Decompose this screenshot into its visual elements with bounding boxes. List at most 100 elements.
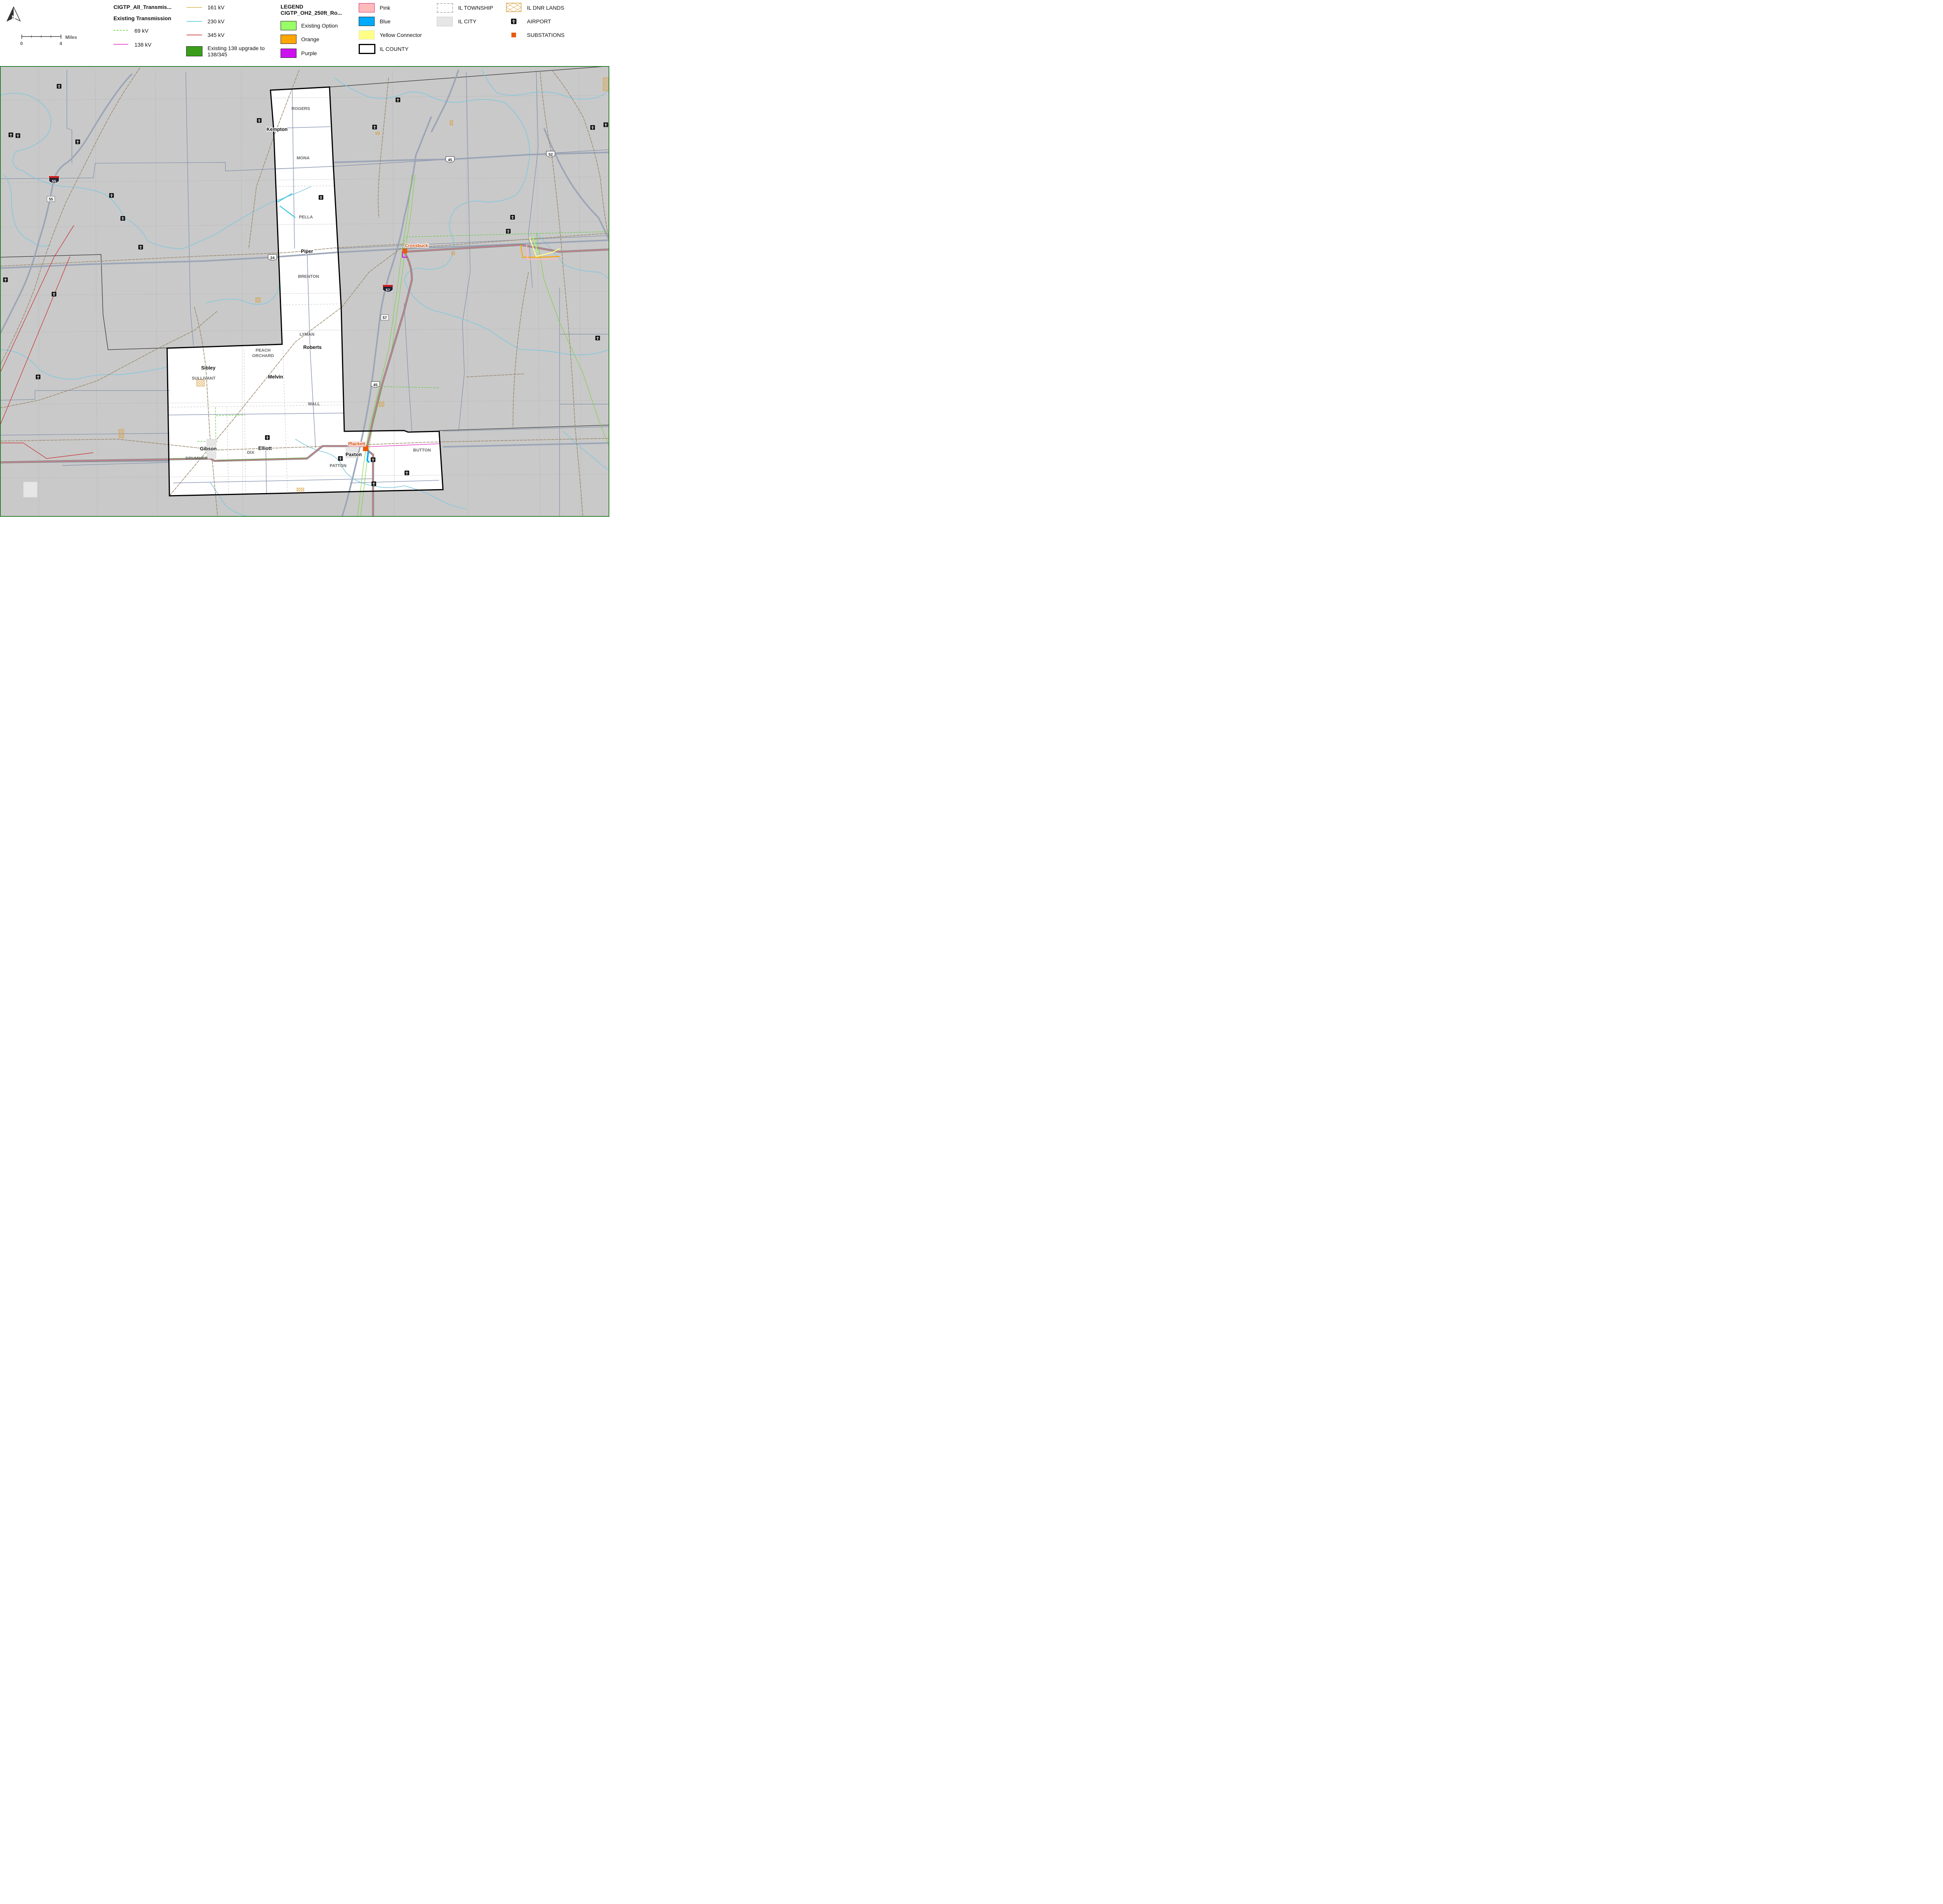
legend-orange-label: Orange: [301, 36, 319, 42]
legend-161kv-swatch: [187, 7, 202, 8]
airport-icon: [109, 193, 114, 198]
legend-pink-label: Pink: [380, 5, 391, 11]
legend-substation-swatch: [511, 33, 516, 37]
legend-existing-option-swatch: [281, 21, 297, 30]
shield-us45b-label: 45: [373, 383, 378, 387]
shield-us24-label: 24: [270, 256, 275, 260]
shield-us24: 24: [268, 254, 277, 261]
legend-yellow-swatch: [359, 30, 375, 40]
township-peach: PEACH: [256, 348, 271, 353]
legend-pink-swatch: [359, 3, 375, 12]
airport-icon: [138, 245, 143, 249]
legend-dnr-label: IL DNR LANDS: [527, 5, 564, 11]
township-mona: MONA: [297, 156, 310, 160]
legend-purple-swatch: [281, 49, 297, 58]
airport-icon: [57, 84, 61, 89]
airport-icon: [372, 125, 377, 129]
legend-blue-swatch: [359, 17, 375, 26]
legend-345kv-label: 345 kV: [208, 32, 225, 38]
airport-icon: [52, 292, 56, 296]
township-brenton: BRENTON: [298, 274, 319, 279]
airport-icon: [257, 118, 262, 123]
airport-icon: [590, 125, 595, 130]
legend-upgrade-swatch: [186, 46, 202, 56]
legend-substation-label: SUBSTATIONS: [527, 32, 565, 38]
airport-icon: [9, 133, 13, 137]
legend-county-label: IL COUNTY: [380, 46, 409, 52]
legend-panel: N Miles 0 4 CIGTP_All_Transmis... Existi…: [0, 0, 609, 66]
legend-city-label: IL CITY: [458, 18, 476, 24]
airport-icon: [506, 229, 511, 234]
map-canvas: 55 55 24 57 57 45 45 52 ROGERS MONA PELL…: [0, 66, 610, 517]
shield-us55: 55: [47, 196, 55, 202]
place-gibson: Gibson: [200, 446, 216, 452]
legend-airport-icon: [511, 19, 516, 24]
legend-upgrade-label: Existing 138 upgrade to 138/345: [208, 45, 265, 58]
substation-plackett-label: Plackett: [348, 442, 365, 446]
place-piper: Piper: [301, 249, 313, 254]
township-dix: DIX: [247, 450, 255, 455]
legend-dnr-swatch: [506, 3, 522, 12]
legend-230kv-swatch: [187, 21, 202, 22]
legend-yellow-label: Yellow Connector: [380, 32, 422, 38]
legend-layer-title: CIGTP_All_Transmis...: [113, 4, 172, 10]
legend-orange-swatch: [281, 35, 297, 44]
township-button: BUTTON: [413, 448, 431, 453]
shield-us45a-label: 45: [448, 158, 452, 162]
scale-start: 0: [20, 41, 23, 46]
map-view[interactable]: 55 55 24 57 57 45 45 52 ROGERS MONA PELL…: [0, 66, 610, 517]
legend-69kv-label: 69 kV: [134, 28, 148, 34]
legend-161kv-label: 161 kV: [208, 4, 225, 10]
legend-city-swatch: [437, 17, 453, 26]
township-orchard: ORCHARD: [252, 354, 274, 358]
shield-i57-label: 57: [385, 288, 390, 293]
substation-crossbuck: [403, 249, 407, 253]
legend-blue-label: Blue: [380, 18, 391, 24]
scale-end: 4: [59, 41, 62, 46]
airport-icon: [36, 375, 40, 379]
place-elliott: Elliott: [258, 446, 272, 451]
township-sullivant: SULLIVANT: [192, 376, 216, 381]
township-drummer: DRUMMER: [185, 456, 208, 461]
substation-crossbuck-label: Crossbuck: [405, 244, 428, 248]
shield-us57: 57: [380, 314, 389, 321]
shield-us55-label: 55: [49, 197, 53, 202]
legend-345kv-swatch: [186, 32, 203, 38]
scale-unit: Miles: [65, 35, 77, 40]
legend-subheading: Existing Transmission: [113, 15, 171, 21]
airport-icon: [595, 336, 600, 340]
place-sibley: Sibley: [201, 365, 216, 371]
township-pella: PELLA: [299, 215, 313, 220]
legend-township-swatch: [437, 3, 453, 13]
township-rogers: ROGERS: [291, 106, 310, 111]
airport-icon: [603, 122, 608, 127]
legend-69kv-swatch: [113, 30, 128, 31]
legend-138kv-label: 138 kV: [134, 42, 152, 48]
airport-icon: [372, 481, 376, 486]
airport-icon: [265, 435, 270, 440]
airport-icon: [319, 195, 323, 200]
legend-county-swatch: [359, 44, 375, 54]
airport-icon: [371, 457, 375, 462]
place-roberts: Roberts: [303, 345, 321, 350]
airport-icon: [3, 277, 8, 282]
north-arrow-icon: N: [6, 6, 21, 22]
place-melvin: Melvin: [268, 374, 283, 380]
shield-us57-label: 57: [382, 316, 387, 320]
airport-icon: [75, 139, 80, 144]
legend-purple-label: Purple: [301, 50, 317, 56]
legend-138kv-swatch: [113, 44, 128, 45]
airport-icon: [338, 456, 343, 461]
shield-us45b: 45: [371, 381, 380, 388]
north-letter: N: [12, 14, 16, 20]
airport-icon: [510, 215, 515, 220]
airport-icon: [16, 133, 20, 138]
place-kempton: Kempton: [267, 127, 288, 132]
shield-us52-label: 52: [548, 153, 553, 157]
legend-township-label: IL TOWNSHIP: [458, 5, 493, 11]
place-paxton: Paxton: [345, 452, 362, 457]
shield-us45a: 45: [445, 156, 455, 163]
township-lyman: LYMAN: [300, 332, 314, 337]
shield-i55-label: 55: [52, 180, 56, 184]
airport-icon: [120, 216, 125, 221]
